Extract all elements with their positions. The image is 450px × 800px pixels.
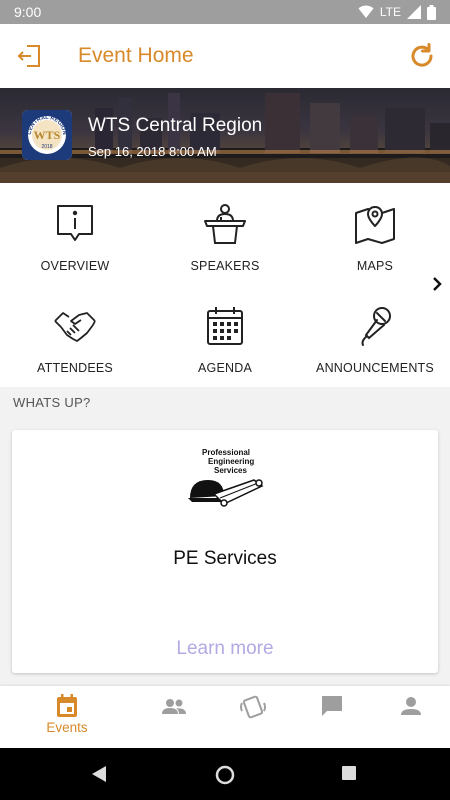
sponsor-logo-line-2: Engineering [208,457,254,466]
learn-more-link[interactable]: Learn more [12,638,438,660]
status-bar: 9:00 LTE [0,0,450,24]
section-title: WHATS UP? [13,395,91,410]
sponsor-logo: Professional Engineering Services [188,448,264,507]
nav-events-label: Events [46,720,88,735]
agenda-tile[interactable]: AGENDA [150,285,300,385]
refresh-button[interactable] [394,24,450,88]
back-triangle-icon[interactable] [90,765,108,783]
attendees-tile[interactable]: ATTENDEES [0,285,150,385]
event-name: WTS Central Region [88,115,263,136]
sponsor-name: PE Services [173,548,277,569]
calendar-icon [57,694,77,717]
badge-scan-icon [240,695,266,719]
logo-mark: WTS [34,128,61,142]
nav-events[interactable]: Events [22,686,112,748]
calendar-icon [207,307,243,345]
speakers-label: SPEAKERS [190,259,260,273]
nav-people[interactable] [129,686,219,748]
attendees-label: ATTENDEES [37,361,113,375]
network-label: LTE [379,5,401,19]
feature-grid: OVERVIEW SPEAKERS MAPS ATTENDEES AGENDA … [0,183,450,387]
announcements-label: ANNOUNCEMENTS [316,361,434,375]
map-icon [355,206,395,244]
microphone-icon [361,307,391,346]
nav-scan[interactable] [208,686,298,748]
recents-square-icon[interactable] [341,765,357,781]
signal-icon [407,5,421,19]
person-icon [401,697,421,715]
chat-icon [322,696,342,716]
logo-year: 2018 [41,144,52,150]
announcements-tile[interactable]: ANNOUNCEMENTS [300,285,450,385]
people-icon [162,699,186,714]
app-bar: Event Home [0,24,450,88]
sponsor-logo-line-1: Professional [202,448,250,457]
event-logo: WTS 2018 CENTRAL REGION [22,110,72,160]
sponsor-logo-line-3: Services [214,466,247,475]
sponsor-card[interactable]: Professional Engineering Services PE Ser… [12,430,438,673]
nav-profile[interactable] [366,686,450,748]
handshake-icon [54,312,96,342]
maps-tile[interactable]: MAPS [300,183,450,283]
home-circle-icon[interactable] [215,765,235,785]
system-navigation-bar [0,748,450,800]
podium-icon [204,204,246,244]
exit-icon [17,45,40,67]
event-date: Sep 16, 2018 8:00 AM [88,144,217,159]
exit-button[interactable] [0,24,60,88]
bottom-navigation: Events [0,686,450,748]
status-time: 9:00 [14,4,42,20]
info-icon [57,205,93,241]
event-banner[interactable]: WTS 2018 CENTRAL REGION WTS Central Regi… [0,88,450,183]
page-title: Event Home [78,44,194,67]
agenda-label: AGENDA [198,361,252,375]
nav-messages[interactable] [287,686,377,748]
speakers-tile[interactable]: SPEAKERS [150,183,300,283]
status-icons: LTE [358,4,436,20]
maps-label: MAPS [356,259,394,273]
wifi-icon [358,5,374,18]
overview-tile[interactable]: OVERVIEW [0,183,150,283]
overview-label: OVERVIEW [40,259,110,273]
refresh-icon [411,43,433,67]
battery-icon [427,4,436,20]
